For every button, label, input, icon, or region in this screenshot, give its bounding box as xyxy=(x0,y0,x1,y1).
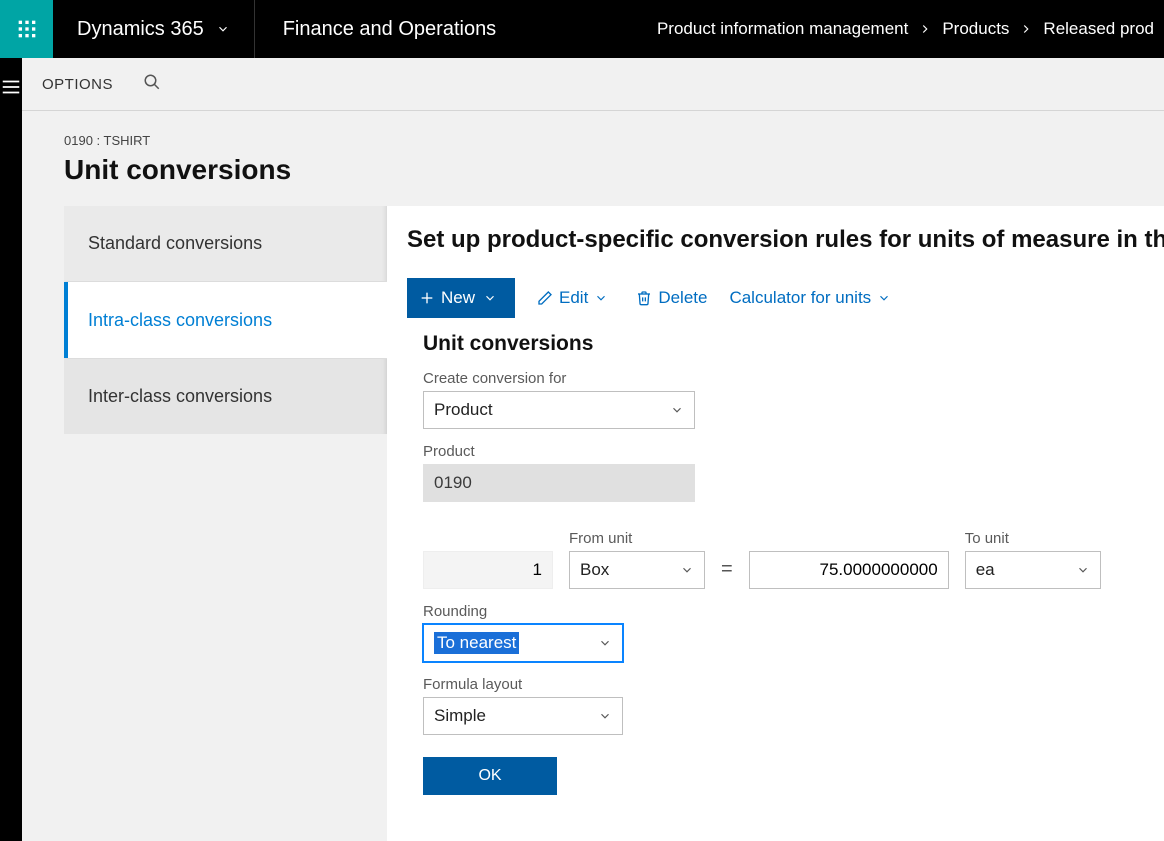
delete-button[interactable]: Delete xyxy=(636,288,707,308)
tab-label: Intra-class conversions xyxy=(88,310,272,331)
calculator-button[interactable]: Calculator for units xyxy=(729,288,897,308)
to-unit-label: To unit xyxy=(965,530,1101,547)
module-title: Finance and Operations xyxy=(255,0,524,58)
trash-icon xyxy=(636,290,652,306)
calculator-label: Calculator for units xyxy=(729,288,871,308)
create-for-select[interactable]: Product xyxy=(423,391,695,429)
tab-intra-class-conversions[interactable]: Intra-class conversions xyxy=(64,282,387,358)
brand-menu[interactable]: Dynamics 365 xyxy=(53,0,255,58)
ok-button[interactable]: OK xyxy=(423,757,557,795)
delete-label: Delete xyxy=(658,288,707,308)
options-bar: OPTIONS xyxy=(22,58,1164,111)
breadcrumb: Product information management Products … xyxy=(647,0,1164,58)
shell: OPTIONS 0190 : TSHIRT Unit conversions S… xyxy=(0,58,1164,841)
formula-label: Formula layout xyxy=(423,676,1164,693)
body: Standard conversions Intra-class convers… xyxy=(22,206,1164,841)
rounding-label: Rounding xyxy=(423,603,1164,620)
chevron-down-icon xyxy=(216,22,230,36)
to-unit-select[interactable]: ea xyxy=(965,551,1101,589)
create-for-value: Product xyxy=(434,400,493,420)
app-launcher-button[interactable] xyxy=(0,0,53,58)
formula-value: Simple xyxy=(434,706,486,726)
tabs: Standard conversions Intra-class convers… xyxy=(64,206,387,841)
factor-right-input[interactable] xyxy=(749,551,949,589)
create-for-label: Create conversion for xyxy=(423,370,1164,387)
breadcrumb-item-2[interactable]: Products xyxy=(942,19,1009,39)
from-unit-label: From unit xyxy=(569,530,705,547)
search-button[interactable] xyxy=(143,73,161,96)
product-field: 0190 xyxy=(423,464,695,502)
waffle-icon xyxy=(17,19,37,39)
from-unit-value: Box xyxy=(580,560,609,580)
pencil-icon xyxy=(537,290,553,306)
factor-left-input[interactable] xyxy=(423,551,553,589)
module-label: Finance and Operations xyxy=(283,18,496,41)
to-unit-value: ea xyxy=(976,560,995,580)
chevron-down-icon xyxy=(598,709,612,723)
tab-standard-conversions[interactable]: Standard conversions xyxy=(64,206,387,282)
new-button[interactable]: New xyxy=(407,278,515,318)
page: OPTIONS 0190 : TSHIRT Unit conversions S… xyxy=(22,58,1164,841)
tab-label: Inter-class conversions xyxy=(88,386,272,407)
equals-sign: = xyxy=(721,558,733,589)
search-icon xyxy=(143,73,161,91)
context-line: 0190 : TSHIRT xyxy=(64,133,1164,148)
panel-heading: Set up product-specific conversion rules… xyxy=(407,226,1164,254)
tab-inter-class-conversions[interactable]: Inter-class conversions xyxy=(64,358,387,434)
chevron-down-icon xyxy=(594,291,608,305)
edit-label: Edit xyxy=(559,288,588,308)
brand-label: Dynamics 365 xyxy=(77,18,204,41)
tab-label: Standard conversions xyxy=(88,233,262,254)
nav-rail xyxy=(0,58,22,841)
top-bar: Dynamics 365 Finance and Operations Prod… xyxy=(0,0,1164,58)
product-label: Product xyxy=(423,443,1164,460)
plus-icon xyxy=(419,290,435,306)
chevron-right-icon xyxy=(918,22,932,36)
product-value: 0190 xyxy=(434,473,472,493)
form-title: Unit conversions xyxy=(423,332,1164,356)
breadcrumb-item-1[interactable]: Product information management xyxy=(657,19,908,39)
breadcrumb-item-3[interactable]: Released prod xyxy=(1043,19,1154,39)
rounding-select[interactable]: To nearest xyxy=(423,624,623,662)
content-panel: Set up product-specific conversion rules… xyxy=(387,206,1164,841)
chevron-right-icon xyxy=(1019,22,1033,36)
from-unit-select[interactable]: Box xyxy=(569,551,705,589)
hamburger-icon xyxy=(0,76,22,98)
nav-menu-button[interactable] xyxy=(0,76,22,841)
chevron-down-icon xyxy=(483,291,497,305)
new-label: New xyxy=(441,288,475,308)
form: Unit conversions Create conversion for P… xyxy=(407,318,1164,795)
page-title: Unit conversions xyxy=(64,154,1164,186)
action-bar: New Edit Delete Calculator for units xyxy=(407,278,1164,318)
options-menu[interactable]: OPTIONS xyxy=(42,76,113,93)
chevron-down-icon xyxy=(1076,563,1090,577)
formula-select[interactable]: Simple xyxy=(423,697,623,735)
chevron-down-icon xyxy=(877,291,891,305)
edit-button[interactable]: Edit xyxy=(537,288,614,308)
conversion-row: x From unit Box = x xyxy=(423,516,1164,589)
chevron-down-icon xyxy=(680,563,694,577)
chevron-down-icon xyxy=(598,636,612,650)
rounding-value: To nearest xyxy=(434,632,519,654)
chevron-down-icon xyxy=(670,403,684,417)
page-header: 0190 : TSHIRT Unit conversions xyxy=(22,111,1164,206)
